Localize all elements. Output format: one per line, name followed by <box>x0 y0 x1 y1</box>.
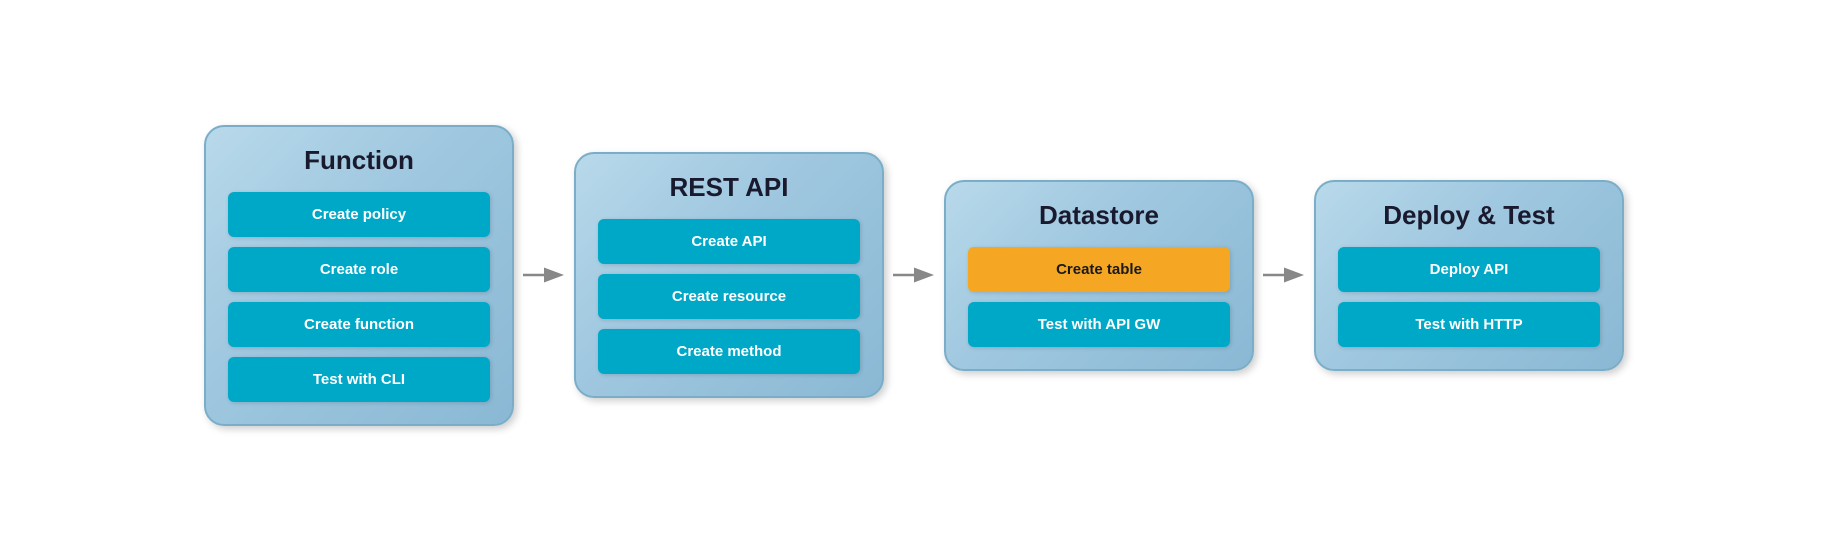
arrow-3 <box>1254 255 1314 295</box>
card-title-function: Function <box>228 145 490 176</box>
column-deploy-test: Deploy & Test Deploy API Test with HTTP <box>1314 180 1624 371</box>
card-title-datastore: Datastore <box>968 200 1230 231</box>
btn-create-api[interactable]: Create API <box>598 219 860 264</box>
card-rest-api: REST API Create API Create resource Crea… <box>574 152 884 398</box>
diagram: Function Create policy Create role Creat… <box>164 105 1664 446</box>
arrow-2 <box>884 255 944 295</box>
btn-create-table[interactable]: Create table <box>968 247 1230 292</box>
arrow-1 <box>514 255 574 295</box>
card-deploy-test: Deploy & Test Deploy API Test with HTTP <box>1314 180 1624 371</box>
card-datastore: Datastore Create table Test with API GW <box>944 180 1254 371</box>
btn-create-method[interactable]: Create method <box>598 329 860 374</box>
btn-create-role[interactable]: Create role <box>228 247 490 292</box>
btn-deploy-api[interactable]: Deploy API <box>1338 247 1600 292</box>
btn-create-resource[interactable]: Create resource <box>598 274 860 319</box>
btn-create-function[interactable]: Create function <box>228 302 490 347</box>
column-function: Function Create policy Create role Creat… <box>204 125 514 426</box>
column-datastore: Datastore Create table Test with API GW <box>944 180 1254 371</box>
btn-create-policy[interactable]: Create policy <box>228 192 490 237</box>
btn-test-cli[interactable]: Test with CLI <box>228 357 490 402</box>
btn-test-http[interactable]: Test with HTTP <box>1338 302 1600 347</box>
column-rest-api: REST API Create API Create resource Crea… <box>574 152 884 398</box>
btn-test-api-gw[interactable]: Test with API GW <box>968 302 1230 347</box>
card-title-rest-api: REST API <box>598 172 860 203</box>
card-function: Function Create policy Create role Creat… <box>204 125 514 426</box>
card-title-deploy-test: Deploy & Test <box>1338 200 1600 231</box>
